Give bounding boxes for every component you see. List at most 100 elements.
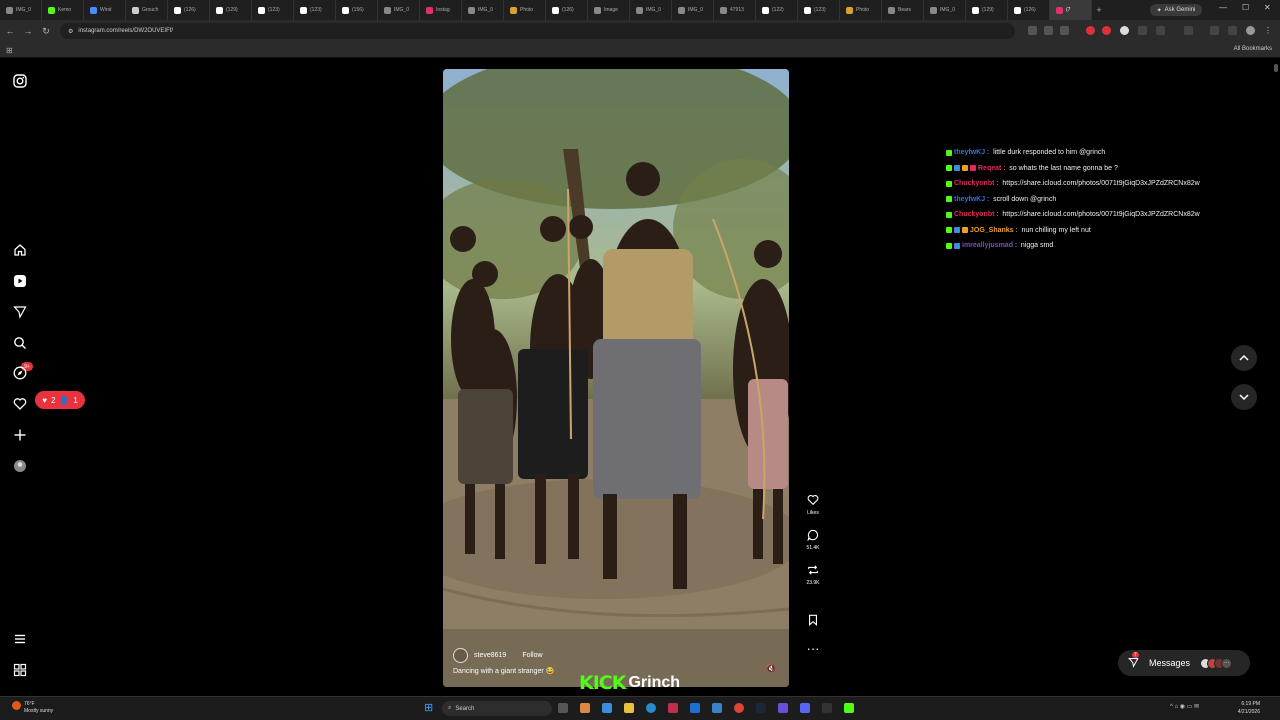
- task-view-icon[interactable]: [558, 703, 568, 713]
- browser-tab[interactable]: (126): [168, 0, 210, 20]
- next-reel-button[interactable]: [1231, 384, 1257, 410]
- windows-start-icon[interactable]: ⊞: [424, 702, 436, 714]
- browser-tab[interactable]: Image: [588, 0, 630, 20]
- search-icon[interactable]: [11, 334, 28, 351]
- browser-menu-icon[interactable]: ⋮: [1264, 26, 1273, 35]
- chat-username[interactable]: Chuckyonbt: [954, 180, 994, 187]
- browser-tab[interactable]: IMG_0: [924, 0, 966, 20]
- back-arrow-icon[interactable]: ←: [2, 23, 18, 39]
- chat-username[interactable]: Reqeat: [978, 165, 1001, 172]
- more-menu-icon[interactable]: [11, 630, 28, 647]
- browser-tab[interactable]: (129): [966, 0, 1008, 20]
- reels-icon[interactable]: [11, 272, 28, 289]
- follow-button[interactable]: Follow: [522, 652, 542, 659]
- home-icon[interactable]: [11, 241, 28, 258]
- extensions-puzzle-icon[interactable]: [1156, 26, 1165, 35]
- browser-tab[interactable]: 47913: [714, 0, 756, 20]
- forward-arrow-icon[interactable]: →: [20, 23, 36, 39]
- browser-tab[interactable]: (123): [294, 0, 336, 20]
- scrollbar-thumb[interactable]: [1274, 64, 1278, 72]
- acrobat-icon[interactable]: [668, 703, 678, 713]
- browser-tab[interactable]: Instag: [420, 0, 462, 20]
- browser-tab[interactable]: Photo: [840, 0, 882, 20]
- taskbar-clock[interactable]: 6:19 PM 4/21/2026: [1230, 700, 1260, 716]
- extension-icon-white[interactable]: [1120, 26, 1129, 35]
- browser-tab[interactable]: (7: [1050, 0, 1092, 20]
- browser-tab[interactable]: Kemo: [42, 0, 84, 20]
- browser-tab[interactable]: IMG_0: [0, 0, 42, 20]
- store-icon[interactable]: [602, 703, 612, 713]
- ask-gemini-button[interactable]: ✦ Ask Gemini: [1150, 4, 1202, 16]
- browser-tab[interactable]: Wind: [84, 0, 126, 20]
- apps-grid-icon[interactable]: ⊞: [6, 46, 13, 55]
- browser-tab[interactable]: Grouch: [126, 0, 168, 20]
- chat-username[interactable]: theyfwKJ: [954, 196, 985, 203]
- browser-tab[interactable]: (156): [336, 0, 378, 20]
- widgets-icon[interactable]: [580, 703, 590, 713]
- browser-tab[interactable]: IMG_0: [462, 0, 504, 20]
- discord-icon[interactable]: [800, 703, 810, 713]
- browser-tab[interactable]: Bears: [882, 0, 924, 20]
- create-plus-icon[interactable]: [11, 426, 28, 443]
- edge-icon[interactable]: [646, 703, 656, 713]
- instagram-logo-icon[interactable]: [11, 72, 28, 89]
- extension-icon-red[interactable]: [1086, 26, 1095, 35]
- also-from-meta-icon[interactable]: [11, 661, 28, 678]
- download-icon[interactable]: [1210, 26, 1219, 35]
- browser-tab[interactable]: IMG_0: [378, 0, 420, 20]
- page-scrollbar[interactable]: [1274, 62, 1278, 692]
- app-icon-paint[interactable]: [712, 703, 722, 713]
- maximize-button[interactable]: ☐: [1242, 3, 1249, 12]
- author-username[interactable]: steve8619: [474, 652, 506, 659]
- notifications-heart-icon[interactable]: [11, 395, 28, 412]
- chrome-icon[interactable]: [734, 703, 744, 713]
- activity-notification-pill[interactable]: ♥ 2 👤 1: [35, 391, 85, 409]
- taskbar-search[interactable]: ⌕ Search: [442, 701, 552, 716]
- reel-video[interactable]: [443, 69, 789, 687]
- kick-app-icon[interactable]: [844, 703, 854, 713]
- terminal-icon[interactable]: [822, 703, 832, 713]
- browser-tab[interactable]: (123): [252, 0, 294, 20]
- like-action[interactable]: Likes: [800, 494, 826, 516]
- weather-widget[interactable]: 76°F Mostly sunny: [12, 701, 53, 715]
- system-tray[interactable]: ^ ⌂ ◉ ▭ ✉: [1170, 703, 1199, 710]
- browser-tab[interactable]: (123): [798, 0, 840, 20]
- profile-avatar-nav[interactable]: [11, 457, 28, 474]
- app-icon-blue[interactable]: [690, 703, 700, 713]
- zoom-icon[interactable]: [1044, 26, 1053, 35]
- explore-compass-icon[interactable]: [11, 364, 28, 381]
- new-tab-button[interactable]: +: [1092, 5, 1106, 15]
- browser-tab[interactable]: (126): [546, 0, 588, 20]
- minimize-button[interactable]: —: [1219, 3, 1227, 12]
- author-avatar[interactable]: [453, 648, 468, 663]
- close-window-button[interactable]: ✕: [1264, 3, 1271, 12]
- file-explorer-icon[interactable]: [624, 703, 634, 713]
- extension-icon-adblock[interactable]: [1102, 26, 1111, 35]
- extension-icon-gray[interactable]: [1138, 26, 1147, 35]
- bookmark-star-icon[interactable]: [1060, 26, 1069, 35]
- chat-username[interactable]: theyfwKJ: [954, 149, 985, 156]
- previous-reel-button[interactable]: [1231, 345, 1257, 371]
- all-bookmarks-button[interactable]: All Bookmarks: [1234, 46, 1272, 52]
- browser-tab[interactable]: (122): [756, 0, 798, 20]
- more-options-icon[interactable]: ···: [800, 642, 826, 656]
- profile-avatar[interactable]: [1246, 26, 1255, 35]
- side-panel-icon[interactable]: [1184, 26, 1193, 35]
- browser-tab[interactable]: (126): [1008, 0, 1050, 20]
- save-action[interactable]: [800, 614, 826, 629]
- repost-action[interactable]: 23.9K: [800, 564, 826, 586]
- steam-icon[interactable]: [756, 703, 766, 713]
- messages-send-icon[interactable]: [11, 303, 28, 320]
- browser-tab[interactable]: IMG_0: [672, 0, 714, 20]
- comment-action[interactable]: 51.4K: [800, 529, 826, 551]
- address-bar[interactable]: ⚙ instagram.com/reels/DW2OUVEIFf/: [60, 23, 1015, 39]
- chat-username[interactable]: imreallyjusmad: [962, 242, 1013, 249]
- cast-icon[interactable]: [1028, 26, 1037, 35]
- reload-icon[interactable]: ↻: [38, 23, 54, 39]
- mute-icon[interactable]: 🔇: [766, 664, 776, 673]
- browser-tab[interactable]: (129): [210, 0, 252, 20]
- site-info-icon[interactable]: ⚙: [68, 28, 73, 35]
- chat-username[interactable]: JOG_Shanks: [970, 227, 1014, 234]
- reel-caption[interactable]: Dancing with a giant stranger 😂: [453, 667, 554, 675]
- messages-button[interactable]: 7 Messages ···: [1118, 650, 1250, 676]
